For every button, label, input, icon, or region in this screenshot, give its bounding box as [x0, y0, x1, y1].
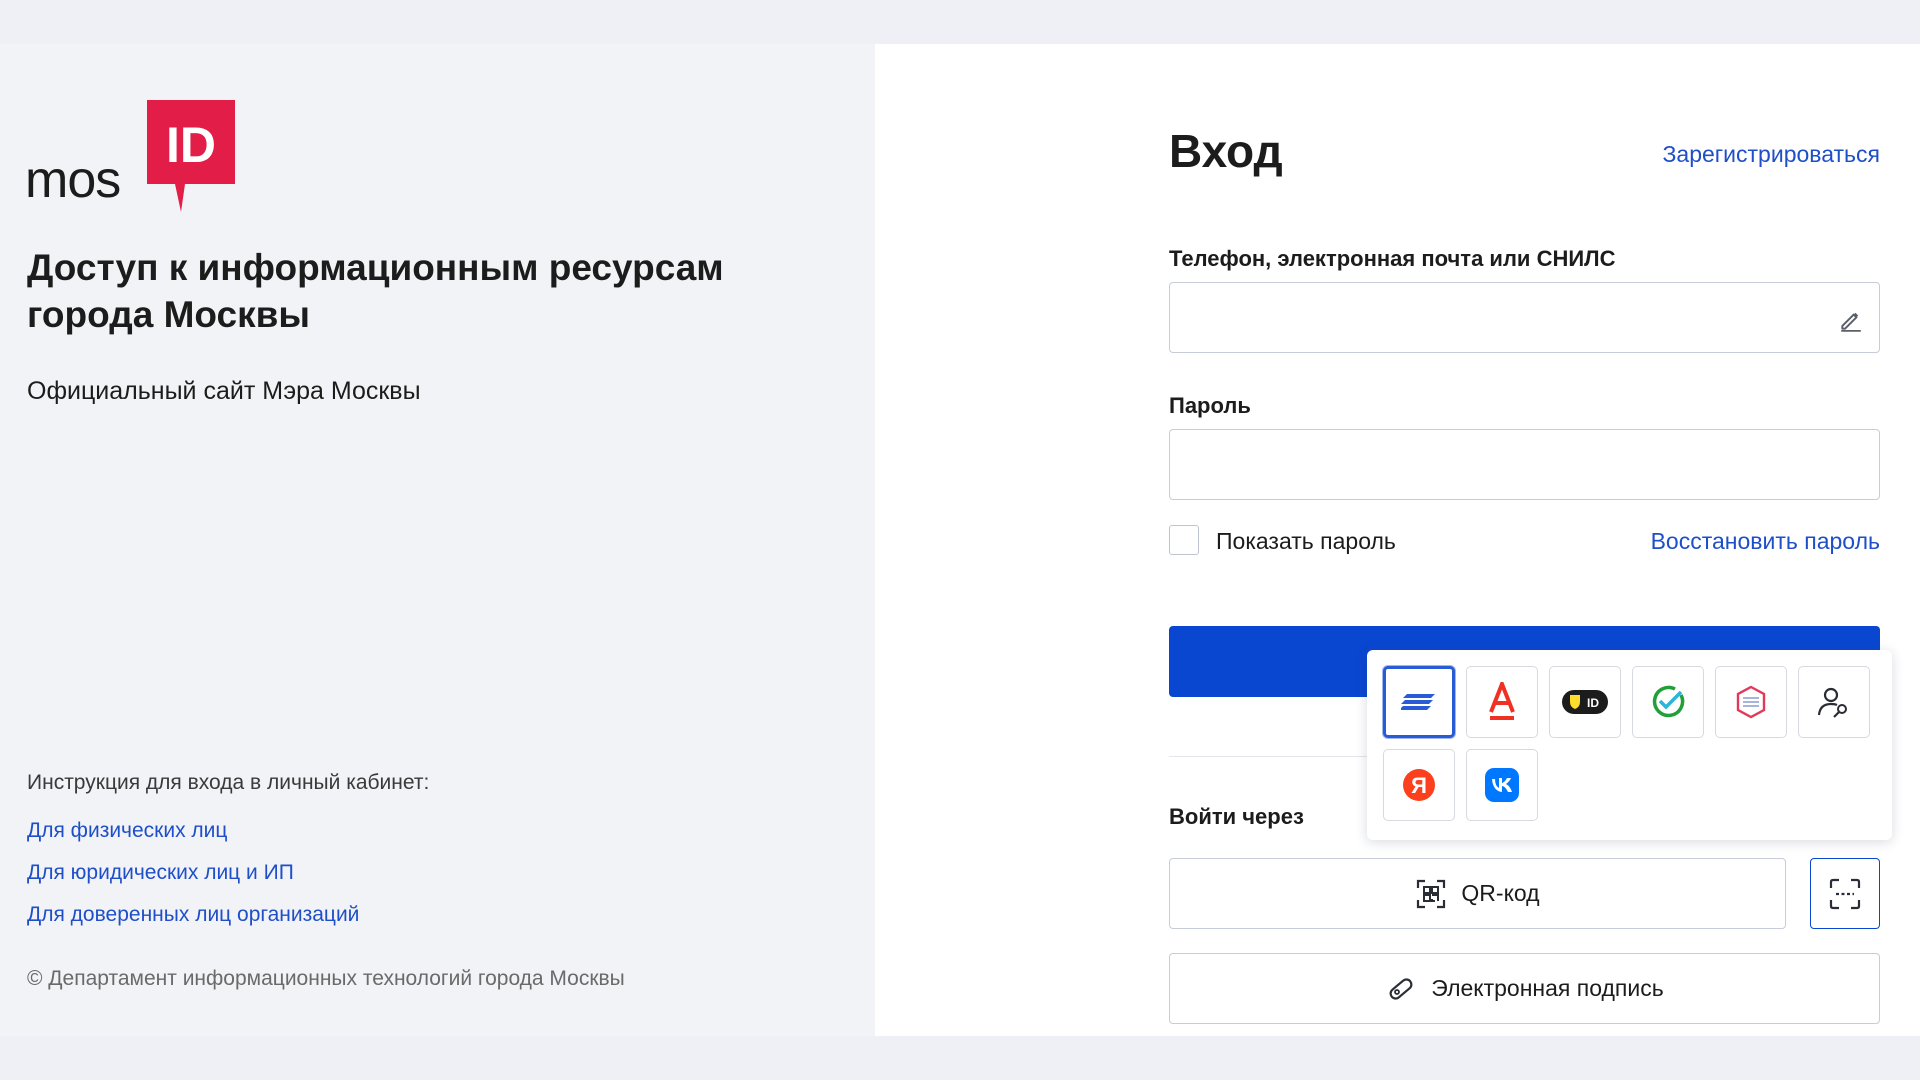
- logo-text: mos: [25, 151, 121, 209]
- instruction-link-individuals[interactable]: Для физических лиц: [27, 819, 227, 843]
- yandex-icon: Я: [1403, 769, 1435, 801]
- provider-vk-button[interactable]: [1466, 749, 1538, 821]
- qr-code-label: QR-код: [1461, 880, 1540, 906]
- provider-yandex-button[interactable]: Я: [1383, 749, 1455, 821]
- gosuslugi-icon: [1401, 694, 1435, 710]
- logo-id-text: ID: [166, 117, 216, 173]
- alfa-bank-icon: [1489, 682, 1515, 720]
- restore-password-link[interactable]: Восстановить пароль: [1651, 528, 1880, 555]
- user-key-icon: [1817, 687, 1847, 718]
- scan-qr-button[interactable]: [1810, 858, 1880, 929]
- page-subtitle: Официальный сайт Мэра Москвы: [27, 377, 421, 405]
- tbank-id-icon: ID: [1562, 690, 1608, 714]
- provider-esia-button[interactable]: [1715, 666, 1787, 738]
- left-panel: mos ID Доступ к информационным ресурсам …: [0, 44, 875, 1036]
- pencil-icon[interactable]: [1838, 307, 1864, 333]
- login-panel: Вход Зарегистрироваться Телефон, электро…: [875, 44, 1920, 1036]
- mos-id-logo[interactable]: mos ID: [25, 100, 235, 212]
- login-field-label: Телефон, электронная почта или СНИЛС: [1169, 246, 1616, 271]
- electronic-signature-button[interactable]: Электронная подпись: [1169, 953, 1880, 1024]
- show-password-label[interactable]: Показать пароль: [1216, 528, 1396, 555]
- page-headline: Доступ к информационным ресурсам города …: [27, 244, 827, 338]
- login-via-label: Войти через: [1169, 804, 1304, 829]
- instruction-link-trusted-persons[interactable]: Для доверенных лиц организаций: [27, 903, 359, 927]
- login-providers-popup: ID Я: [1367, 650, 1892, 840]
- electronic-signature-label: Электронная подпись: [1431, 975, 1664, 1001]
- copyright: © Департамент информационных технологий …: [27, 967, 625, 990]
- logo-id-mark-icon: ID: [147, 100, 235, 212]
- provider-tbank-id-button[interactable]: ID: [1549, 666, 1621, 738]
- qr-code-icon: [1417, 879, 1446, 908]
- login-title: Вход: [1169, 125, 1283, 177]
- qr-code-button[interactable]: QR-код: [1169, 858, 1786, 929]
- svg-text:ID: ID: [1587, 696, 1599, 710]
- top-band: [0, 0, 1920, 44]
- bottom-band: [0, 1036, 1920, 1080]
- login-input[interactable]: [1169, 282, 1880, 353]
- instructions-title: Инструкция для входа в личный кабинет:: [27, 771, 430, 794]
- instruction-link-legal-entities[interactable]: Для юридических лиц и ИП: [27, 861, 294, 885]
- provider-alfa-bank-button[interactable]: [1466, 666, 1538, 738]
- show-password-checkbox[interactable]: [1169, 525, 1199, 555]
- provider-user-key-button[interactable]: [1798, 666, 1870, 738]
- vk-icon: [1485, 768, 1519, 802]
- headline-line-2: города Москвы: [27, 294, 310, 335]
- provider-gosuslugi-button[interactable]: [1383, 666, 1455, 738]
- svg-text:Я: Я: [1411, 773, 1427, 798]
- sber-id-icon: [1652, 685, 1685, 718]
- register-link[interactable]: Зарегистрироваться: [1663, 141, 1880, 168]
- provider-sber-id-button[interactable]: [1632, 666, 1704, 738]
- scan-frame-icon: [1829, 878, 1861, 909]
- headline-line-1: Доступ к информационным ресурсам: [27, 247, 724, 288]
- esia-icon: [1736, 685, 1766, 719]
- signature-icon: [1389, 977, 1413, 1000]
- password-input[interactable]: [1169, 429, 1880, 500]
- password-field-label: Пароль: [1169, 393, 1251, 418]
